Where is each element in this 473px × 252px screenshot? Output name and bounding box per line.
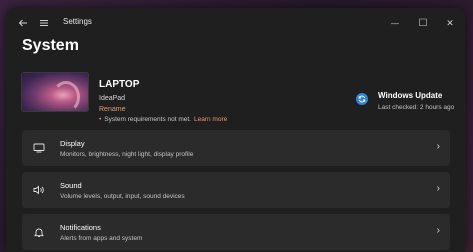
title-bar: Settings — ☐ ✕: [6, 8, 465, 38]
learn-more-link[interactable]: Learn more: [194, 116, 227, 123]
close-icon: ✕: [446, 17, 454, 28]
chevron-right-icon: ›: [436, 225, 440, 236]
wallpaper-swirl: [52, 81, 80, 113]
maximize-button[interactable]: ☐: [414, 14, 432, 32]
minimize-icon: —: [391, 18, 399, 28]
windows-update-title[interactable]: Windows Update: [378, 91, 442, 100]
settings-window: Settings — ☐ ✕ System LAPTOP IdeaPad Ren…: [6, 8, 465, 252]
back-arrow-icon[interactable]: [14, 14, 32, 32]
device-model: IdeaPad: [99, 95, 126, 102]
speaker-icon: [32, 183, 46, 197]
close-button[interactable]: ✕: [441, 14, 459, 32]
monitor-icon: [32, 141, 46, 155]
warning-bullet: •: [99, 116, 102, 123]
page-title: System: [22, 37, 79, 54]
setting-subtitle: Alerts from apps and system: [60, 235, 143, 242]
maximize-icon: ☐: [418, 17, 428, 29]
requirements-warning: • System requirements not met. Learn more: [99, 116, 227, 123]
setting-row-display[interactable]: Display Monitors, brightness, night ligh…: [22, 130, 450, 166]
chevron-right-icon: ›: [436, 141, 440, 152]
rename-link[interactable]: Rename: [99, 106, 125, 113]
device-info-card: LAPTOP IdeaPad Rename • System requiremen…: [19, 70, 460, 130]
warning-text: System requirements not met.: [104, 116, 191, 123]
hamburger-menu-icon[interactable]: [35, 14, 53, 32]
setting-title: Sound: [60, 181, 82, 190]
desktop-background: Settings — ☐ ✕ System LAPTOP IdeaPad Ren…: [0, 0, 473, 252]
setting-title: Notifications: [60, 223, 101, 232]
setting-subtitle: Monitors, brightness, night light, displ…: [60, 151, 194, 158]
setting-subtitle: Volume levels, output, input, sound devi…: [60, 193, 185, 200]
device-name: LAPTOP: [99, 79, 140, 90]
chevron-right-icon: ›: [436, 183, 440, 194]
bell-icon: [32, 225, 46, 239]
sync-icon[interactable]: [356, 93, 368, 105]
setting-title: Display: [60, 139, 85, 148]
windows-update-status: Last checked: 2 hours ago: [378, 104, 455, 111]
window-title: Settings: [63, 17, 92, 26]
setting-row-sound[interactable]: Sound Volume levels, output, input, soun…: [22, 172, 450, 208]
minimize-button[interactable]: —: [386, 14, 404, 32]
setting-row-notifications[interactable]: Notifications Alerts from apps and syste…: [22, 214, 450, 250]
device-wallpaper-thumbnail: [21, 72, 89, 113]
